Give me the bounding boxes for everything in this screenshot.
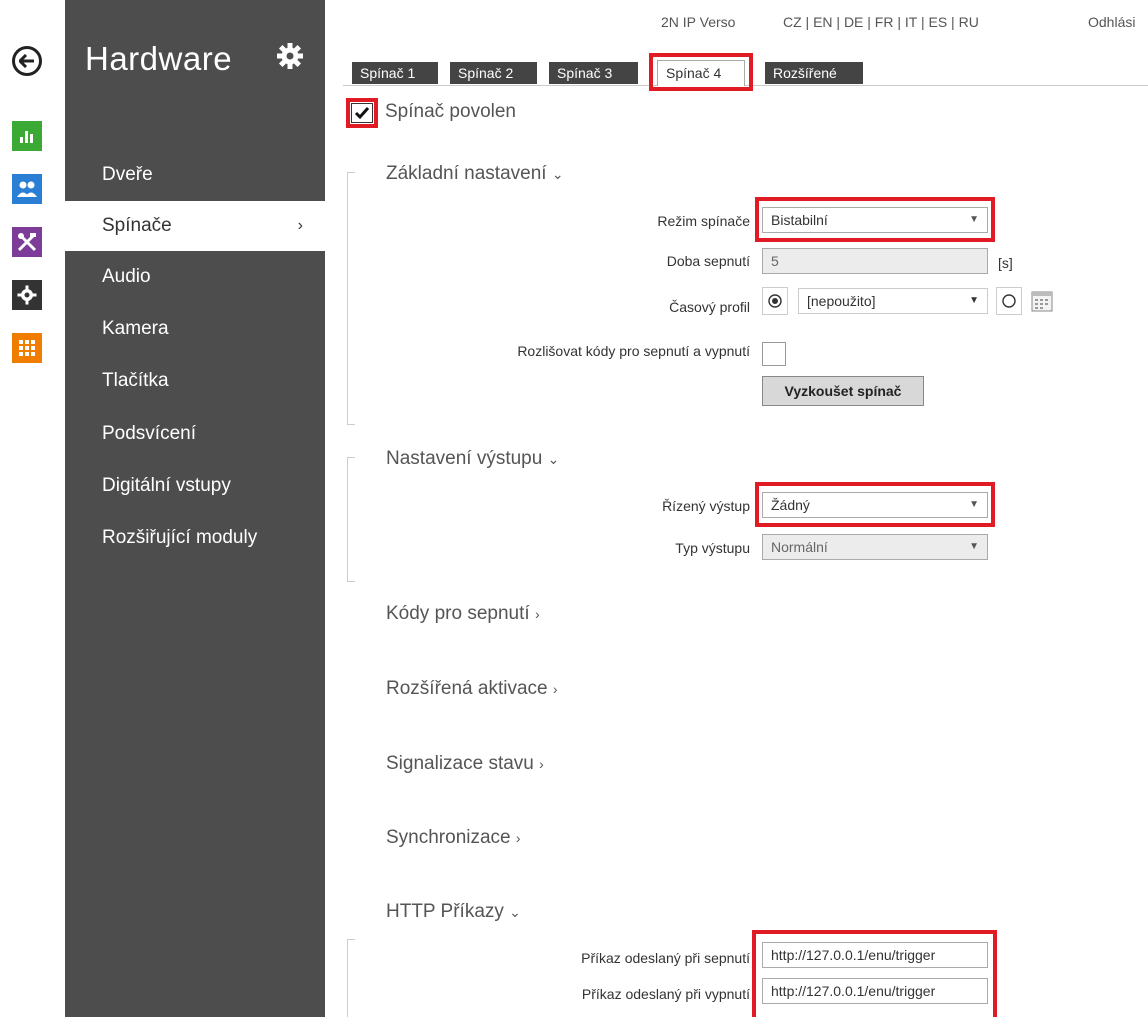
back-arrow-icon[interactable] [12, 46, 42, 76]
controlled-output-select[interactable]: Žádný ▼ [762, 492, 988, 518]
sidebar-item-label: Digitální vstupy [102, 475, 231, 496]
test-switch-button[interactable]: Vyzkoušet spínač [762, 376, 924, 406]
chevron-down-icon: ⌄ [547, 451, 560, 467]
bar-chart-icon[interactable] [12, 121, 42, 151]
caret-down-icon: ▼ [969, 541, 979, 552]
sidebar-item-digitalni-vstupy[interactable]: Digitální vstupy [65, 461, 325, 511]
tab-spinac-1[interactable]: Spínač 1 [352, 62, 438, 84]
chevron-right-icon: › [297, 217, 303, 234]
calendar-icon[interactable] [1030, 289, 1056, 315]
on-command-input[interactable]: http://127.0.0.1/enu/trigger [762, 942, 988, 968]
section-bracket-top [347, 939, 355, 940]
chevron-right-icon: › [539, 756, 544, 772]
sidebar-item-label: Kamera [102, 318, 169, 339]
sidebar-item-podsviceni[interactable]: Podsvícení [65, 409, 325, 459]
chevron-right-icon: › [534, 606, 540, 622]
sidebar-item-audio[interactable]: Audio [65, 252, 325, 302]
section-bracket [347, 457, 356, 581]
switch-mode-select[interactable]: Bistabilní ▼ [762, 207, 988, 233]
chevron-right-icon: › [552, 681, 558, 697]
chevron-right-icon: › [515, 830, 521, 846]
sidebar-item-label: Podsvícení [102, 423, 196, 444]
checkmark-icon [354, 107, 370, 120]
duration-label: Doba sepnutí [666, 253, 750, 269]
caret-down-icon: ▼ [969, 499, 979, 510]
section-basic-settings[interactable]: Základní nastavení ⌄ [386, 163, 564, 185]
section-title-text: Rozšířená aktivace [386, 678, 548, 699]
output-type-label: Typ výstupu [675, 540, 750, 556]
section-bracket-bottom [347, 581, 355, 582]
radio-profile-off[interactable] [996, 287, 1022, 315]
sidebar-item-label: Dveře [102, 164, 153, 185]
tab-spinac-3[interactable]: Spínač 3 [549, 62, 638, 84]
sidebar-item-label: Rozšiřující moduly [102, 527, 258, 548]
section-bracket-top [347, 172, 355, 173]
time-profile-select[interactable]: [nepoužito] ▼ [798, 288, 988, 314]
sidebar-item-rozsirujici-moduly[interactable]: Rozšiřující moduly [65, 513, 325, 563]
section-title-text: Základní nastavení [386, 163, 547, 184]
section-state-signalling[interactable]: Signalizace stavu › [386, 753, 544, 775]
logout-link[interactable]: Odhlási [1088, 14, 1135, 30]
tools-icon[interactable] [12, 227, 42, 257]
tab-spinac-2[interactable]: Spínač 2 [450, 62, 537, 84]
section-title-text: Signalizace stavu [386, 753, 534, 774]
section-title-text: Kódy pro sepnutí [386, 603, 530, 624]
on-command-label: Příkaz odeslaný při sepnutí [581, 950, 750, 966]
distinguish-codes-label: Rozlišovat kódy pro sepnutí a vypnutí [517, 343, 750, 359]
section-synchronization[interactable]: Synchronizace › [386, 827, 521, 849]
section-bracket-top [347, 457, 355, 458]
gear-icon[interactable] [12, 280, 42, 310]
highlight-box [649, 53, 753, 91]
radio-profile-on[interactable] [762, 287, 788, 315]
sidebar-item-label: Audio [102, 266, 151, 287]
settings-gear-icon [276, 42, 304, 75]
sidebar-item-label: Spínače [102, 215, 172, 236]
chevron-down-icon: ⌄ [551, 166, 564, 182]
caret-down-icon: ▼ [969, 214, 979, 225]
output-type-select[interactable]: Normální ▼ [762, 534, 988, 560]
off-command-label: Příkaz odeslaný při vypnutí [581, 986, 750, 1002]
enable-label: Spínač povolen [385, 101, 516, 122]
grid-icon[interactable] [12, 333, 42, 363]
section-title-text: HTTP Příkazy [386, 901, 504, 922]
duration-unit: [s] [998, 255, 1013, 271]
section-http-commands[interactable]: HTTP Příkazy ⌄ [386, 901, 521, 923]
sidebar-title: Hardware [85, 40, 233, 77]
section-bracket [347, 172, 356, 424]
tab-rozsirene[interactable]: Rozšířené [765, 62, 863, 84]
sidebar-item-tlacitka[interactable]: Tlačítka [65, 356, 325, 406]
users-icon[interactable] [12, 174, 42, 204]
icon-rail [0, 0, 44, 1017]
duration-input[interactable]: 5 [762, 248, 988, 274]
sidebar-item-label: Tlačítka [102, 370, 169, 391]
language-switcher[interactable]: CZ | EN | DE | FR | IT | ES | RU [783, 14, 979, 30]
controlled-output-label: Řízený výstup [662, 498, 750, 514]
distinguish-codes-checkbox[interactable] [762, 342, 786, 366]
select-value: [nepoužito] [807, 293, 876, 309]
radio-empty-icon [1002, 294, 1016, 308]
radio-selected-icon [768, 294, 782, 308]
time-profile-label: Časový profil [669, 299, 750, 315]
off-command-input[interactable]: http://127.0.0.1/enu/trigger [762, 978, 988, 1004]
caret-down-icon: ▼ [969, 295, 979, 306]
section-output-settings[interactable]: Nastavení výstupu ⌄ [386, 448, 559, 470]
section-extended-activation[interactable]: Rozšířená aktivace › [386, 678, 558, 700]
section-switch-codes[interactable]: Kódy pro sepnutí › [386, 603, 540, 625]
select-value: Žádný [771, 497, 810, 513]
sidebar-item-kamera[interactable]: Kamera [65, 304, 325, 354]
sidebar-item-dvere[interactable]: Dveře [65, 150, 325, 200]
switch-mode-label: Režim spínače [657, 213, 750, 229]
device-name: 2N IP Verso [661, 14, 736, 30]
select-value: Bistabilní [771, 212, 828, 228]
enable-checkbox[interactable] [351, 103, 373, 123]
section-title-text: Nastavení výstupu [386, 448, 543, 469]
select-value: Normální [771, 539, 828, 555]
sidebar-item-spinace[interactable]: Spínače › [65, 201, 325, 251]
chevron-down-icon: ⌄ [509, 904, 521, 920]
section-bracket-bottom [347, 424, 355, 425]
section-title-text: Synchronizace [386, 827, 511, 848]
section-bracket [347, 939, 356, 1017]
